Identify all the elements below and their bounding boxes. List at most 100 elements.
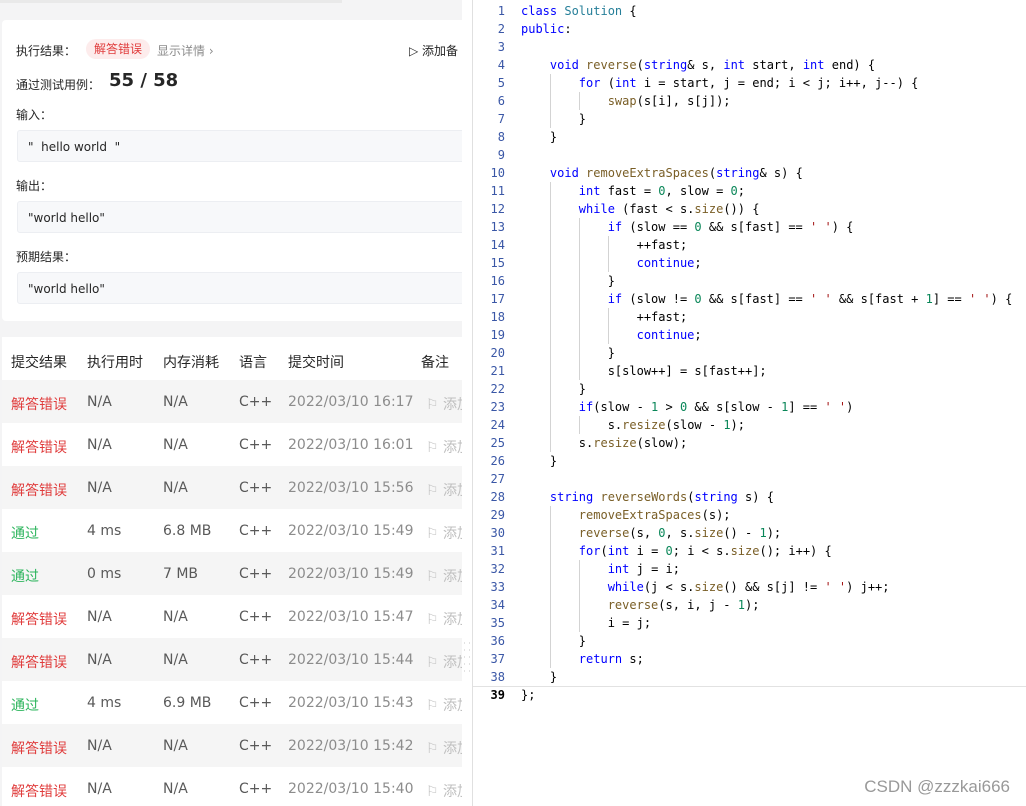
cell-result[interactable]: 解答错误 bbox=[11, 394, 67, 414]
add-note-flag[interactable]: ⚐ 添加 bbox=[426, 781, 462, 801]
add-note-flag[interactable]: ⚐ 添加 bbox=[426, 394, 462, 414]
code-line[interactable]: if (slow != 0 && s[fast] == ' ' && s[fas… bbox=[521, 290, 1013, 308]
code-line[interactable]: if (slow == 0 && s[fast] == ' ') { bbox=[521, 218, 854, 236]
code-line[interactable]: reverse(s, 0, s.size() - 1); bbox=[521, 524, 781, 542]
code-line[interactable]: swap(s[i], s[j]); bbox=[521, 92, 731, 110]
table-row[interactable]: 解答错误 N/A N/A C++ 2022/03/10 15:44 ⚐ 添加 bbox=[2, 638, 462, 681]
flag-icon: ⚐ bbox=[426, 741, 444, 757]
code-line[interactable]: void reverse(string& s, int start, int e… bbox=[521, 56, 875, 74]
line-number: 14 bbox=[490, 238, 505, 252]
add-note-flag[interactable]: ⚐ 添加 bbox=[426, 523, 462, 543]
passed-cases-label: 通过测试用例： bbox=[16, 78, 101, 92]
line-number: 23 bbox=[490, 400, 505, 414]
line-number: 13 bbox=[490, 220, 505, 234]
cell-result[interactable]: 通过 bbox=[11, 695, 39, 715]
cell-runtime: 4 ms bbox=[87, 523, 122, 539]
add-note-flag[interactable]: ⚐ 添加 bbox=[426, 695, 462, 715]
code-line[interactable]: } bbox=[521, 128, 557, 146]
add-note-flag[interactable]: ⚐ 添加 bbox=[426, 652, 462, 672]
table-row[interactable]: 解答错误 N/A N/A C++ 2022/03/10 15:42 ⚐ 添加 bbox=[2, 724, 462, 767]
code-line[interactable]: } bbox=[521, 110, 586, 128]
cell-memory: N/A bbox=[163, 781, 188, 797]
code-line[interactable]: } bbox=[521, 380, 586, 398]
code-line[interactable]: for(int i = 0; i < s.size(); i++) { bbox=[521, 542, 832, 560]
cell-memory: N/A bbox=[163, 480, 188, 496]
code-line[interactable]: void removeExtraSpaces(string& s) { bbox=[521, 164, 803, 182]
code-line[interactable]: while (fast < s.size()) { bbox=[521, 200, 760, 218]
code-line[interactable]: reverse(s, i, j - 1); bbox=[521, 596, 760, 614]
table-row[interactable]: 解答错误 N/A N/A C++ 2022/03/10 15:40 ⚐ 添加 bbox=[2, 767, 462, 806]
show-details-link[interactable]: 显示详情 › bbox=[157, 42, 214, 59]
editor-divider bbox=[473, 686, 1026, 687]
line-number: 30 bbox=[490, 526, 505, 540]
note-label: 添加 bbox=[443, 698, 462, 714]
cell-memory: N/A bbox=[163, 652, 188, 668]
flag-icon: ⚐ bbox=[426, 397, 444, 413]
cell-result[interactable]: 解答错误 bbox=[11, 437, 67, 457]
add-note-flag[interactable]: ⚐ 添加 bbox=[426, 480, 462, 500]
flag-icon: ⚐ bbox=[426, 440, 444, 456]
code-line[interactable]: } bbox=[521, 632, 586, 650]
panel-resize-handle[interactable]: · · · · · · · · · · bbox=[463, 640, 471, 690]
table-row[interactable]: 通过 4 ms 6.8 MB C++ 2022/03/10 15:49 ⚐ 添加 bbox=[2, 509, 462, 552]
cell-time: 2022/03/10 15:40 bbox=[288, 781, 414, 797]
table-row[interactable]: 解答错误 N/A N/A C++ 2022/03/10 15:56 ⚐ 添加 bbox=[2, 466, 462, 509]
code-line[interactable]: s[slow++] = s[fast++]; bbox=[521, 362, 767, 380]
table-row[interactable]: 解答错误 N/A N/A C++ 2022/03/10 16:01 ⚐ 添加 bbox=[2, 423, 462, 466]
table-row[interactable]: 通过 0 ms 7 MB C++ 2022/03/10 15:49 ⚐ 添加 bbox=[2, 552, 462, 595]
code-line[interactable]: continue; bbox=[521, 326, 702, 344]
add-note-flag[interactable]: ⚐ 添加 bbox=[426, 437, 462, 457]
line-number: 20 bbox=[490, 346, 505, 360]
cell-result[interactable]: 通过 bbox=[11, 523, 39, 543]
cell-result[interactable]: 通过 bbox=[11, 566, 39, 586]
line-number: 7 bbox=[497, 112, 505, 126]
cell-runtime: N/A bbox=[87, 480, 112, 496]
code-line[interactable]: } bbox=[521, 668, 557, 686]
cell-result[interactable]: 解答错误 bbox=[11, 652, 67, 672]
cell-result[interactable]: 解答错误 bbox=[11, 609, 67, 629]
add-note-button[interactable]: ▷ 添加备 bbox=[409, 42, 458, 59]
add-note-flag[interactable]: ⚐ 添加 bbox=[426, 609, 462, 629]
code-line[interactable]: s.resize(slow); bbox=[521, 434, 687, 452]
code-line[interactable]: int j = i; bbox=[521, 560, 680, 578]
note-label: 添加 bbox=[443, 483, 462, 499]
code-line[interactable]: return s; bbox=[521, 650, 644, 668]
code-line[interactable]: int fast = 0, slow = 0; bbox=[521, 182, 745, 200]
header-result: 提交结果 bbox=[11, 355, 67, 371]
table-row[interactable]: 解答错误 N/A N/A C++ 2022/03/10 15:47 ⚐ 添加 bbox=[2, 595, 462, 638]
line-number: 1 bbox=[497, 4, 505, 18]
code-line[interactable]: removeExtraSpaces(s); bbox=[521, 506, 731, 524]
add-note-flag[interactable]: ⚐ 添加 bbox=[426, 738, 462, 758]
line-number: 32 bbox=[490, 562, 505, 576]
code-line[interactable]: s.resize(slow - 1); bbox=[521, 416, 745, 434]
code-line[interactable]: } bbox=[521, 452, 557, 470]
table-row[interactable]: 通过 4 ms 6.9 MB C++ 2022/03/10 15:43 ⚐ 添加 bbox=[2, 681, 462, 724]
line-number: 5 bbox=[497, 76, 505, 90]
line-number: 6 bbox=[497, 94, 505, 108]
add-note-flag[interactable]: ⚐ 添加 bbox=[426, 566, 462, 586]
code-line[interactable]: if(slow - 1 > 0 && s[slow - 1] == ' ') bbox=[521, 398, 854, 416]
code-line[interactable]: class Solution { bbox=[521, 2, 637, 20]
code-line[interactable]: i = j; bbox=[521, 614, 651, 632]
cell-result[interactable]: 解答错误 bbox=[11, 781, 67, 801]
expected-value-box: "world hello" bbox=[17, 272, 462, 304]
code-line[interactable]: ++fast; bbox=[521, 236, 688, 254]
code-line[interactable]: while(j < s.size() && s[j] != ' ') j++; bbox=[521, 578, 890, 596]
indent-guide bbox=[578, 560, 580, 632]
code-line[interactable]: } bbox=[521, 272, 615, 290]
code-line[interactable]: }; bbox=[521, 686, 535, 704]
cell-result[interactable]: 解答错误 bbox=[11, 738, 67, 758]
code-line[interactable]: string reverseWords(string s) { bbox=[521, 488, 774, 506]
code-editor[interactable]: 1 2 3 4 5 6 7 8 9 10 11 12 13 14 15 16 17 18 19 20 21 22 23 24 2… bbox=[472, 0, 1026, 806]
code-line[interactable]: continue; bbox=[521, 254, 702, 272]
cell-result[interactable]: 解答错误 bbox=[11, 480, 67, 500]
exec-result-label: 执行结果： bbox=[16, 44, 77, 58]
code-line[interactable]: ++fast; bbox=[521, 308, 688, 326]
code-line[interactable]: public: bbox=[521, 20, 572, 38]
line-number: 22 bbox=[490, 382, 505, 396]
line-number: 26 bbox=[490, 454, 505, 468]
line-number: 2 bbox=[497, 22, 505, 36]
code-line[interactable]: for (int i = start, j = end; i < j; i++,… bbox=[521, 74, 919, 92]
code-line[interactable]: } bbox=[521, 344, 615, 362]
table-row[interactable]: 解答错误 N/A N/A C++ 2022/03/10 16:17 ⚐ 添加 bbox=[2, 380, 462, 423]
